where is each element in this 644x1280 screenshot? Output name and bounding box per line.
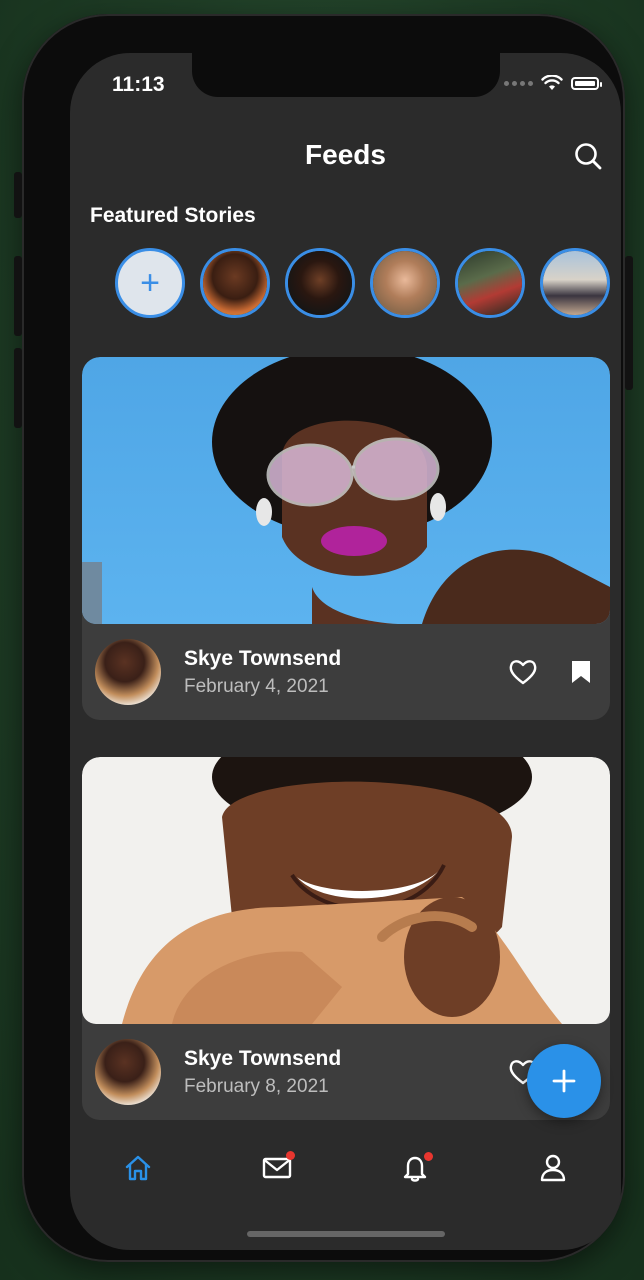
power-button: [625, 256, 633, 390]
post-info: Skye Townsend February 4, 2021: [82, 624, 610, 720]
notification-badge: [424, 1152, 433, 1161]
add-story-button[interactable]: +: [115, 248, 185, 318]
tab-home[interactable]: [121, 1151, 155, 1185]
volume-down-button: [14, 348, 22, 428]
featured-stories-heading: Featured Stories: [90, 204, 256, 227]
tab-messages[interactable]: [260, 1151, 295, 1185]
author-name[interactable]: Skye Townsend: [184, 647, 341, 671]
phone-frame: 11:13 Feeds Featured Stories + Skye Town…: [14, 14, 633, 1262]
post-date: February 4, 2021: [184, 676, 329, 697]
signal-icon: [504, 80, 533, 86]
search-icon: [575, 143, 602, 170]
wifi-icon: [541, 75, 563, 90]
create-post-button[interactable]: [527, 1044, 601, 1118]
home-indicator[interactable]: [247, 1231, 445, 1237]
story-photo: [373, 251, 437, 315]
app-screen: 11:13 Feeds Featured Stories + Skye Town…: [70, 53, 621, 1250]
plus-icon: +: [140, 264, 160, 302]
author-avatar[interactable]: [95, 639, 161, 705]
post-date: February 8, 2021: [184, 1076, 329, 1097]
stories-row: +: [115, 248, 610, 318]
status-icons: [504, 75, 602, 91]
bookmark-icon: [572, 661, 590, 683]
story-avatar[interactable]: [455, 248, 525, 318]
like-button[interactable]: [508, 658, 538, 691]
volume-up-button: [14, 256, 22, 336]
tab-notifications[interactable]: [398, 1151, 433, 1185]
home-icon: [125, 1155, 151, 1181]
unread-badge: [286, 1151, 295, 1160]
status-time: 11:13: [112, 73, 165, 96]
page-title: Feeds: [305, 139, 386, 170]
notch: [192, 53, 500, 97]
post-photo: [82, 757, 610, 1024]
story-avatar[interactable]: [285, 248, 355, 318]
story-avatar[interactable]: [200, 248, 270, 318]
search-button[interactable]: [573, 141, 603, 176]
post-card[interactable]: Skye Townsend February 4, 2021: [82, 357, 610, 720]
plus-icon: [552, 1069, 576, 1093]
story-photo: [288, 251, 352, 315]
tab-profile[interactable]: [536, 1151, 570, 1185]
story-photo: [203, 251, 267, 315]
post-image[interactable]: [82, 757, 610, 1024]
mute-switch: [14, 172, 22, 218]
bottom-tab-bar: [70, 1143, 621, 1193]
battery-icon: [571, 76, 602, 90]
story-photo: [458, 251, 522, 315]
author-avatar[interactable]: [95, 1039, 161, 1105]
bookmark-button[interactable]: [570, 659, 592, 690]
post-photo: [82, 357, 610, 624]
story-avatar[interactable]: [540, 248, 610, 318]
story-avatar[interactable]: [370, 248, 440, 318]
author-name[interactable]: Skye Townsend: [184, 1047, 341, 1071]
post-image[interactable]: [82, 357, 610, 624]
heart-icon: [509, 660, 537, 685]
story-photo: [543, 251, 607, 315]
profile-icon: [540, 1154, 566, 1182]
